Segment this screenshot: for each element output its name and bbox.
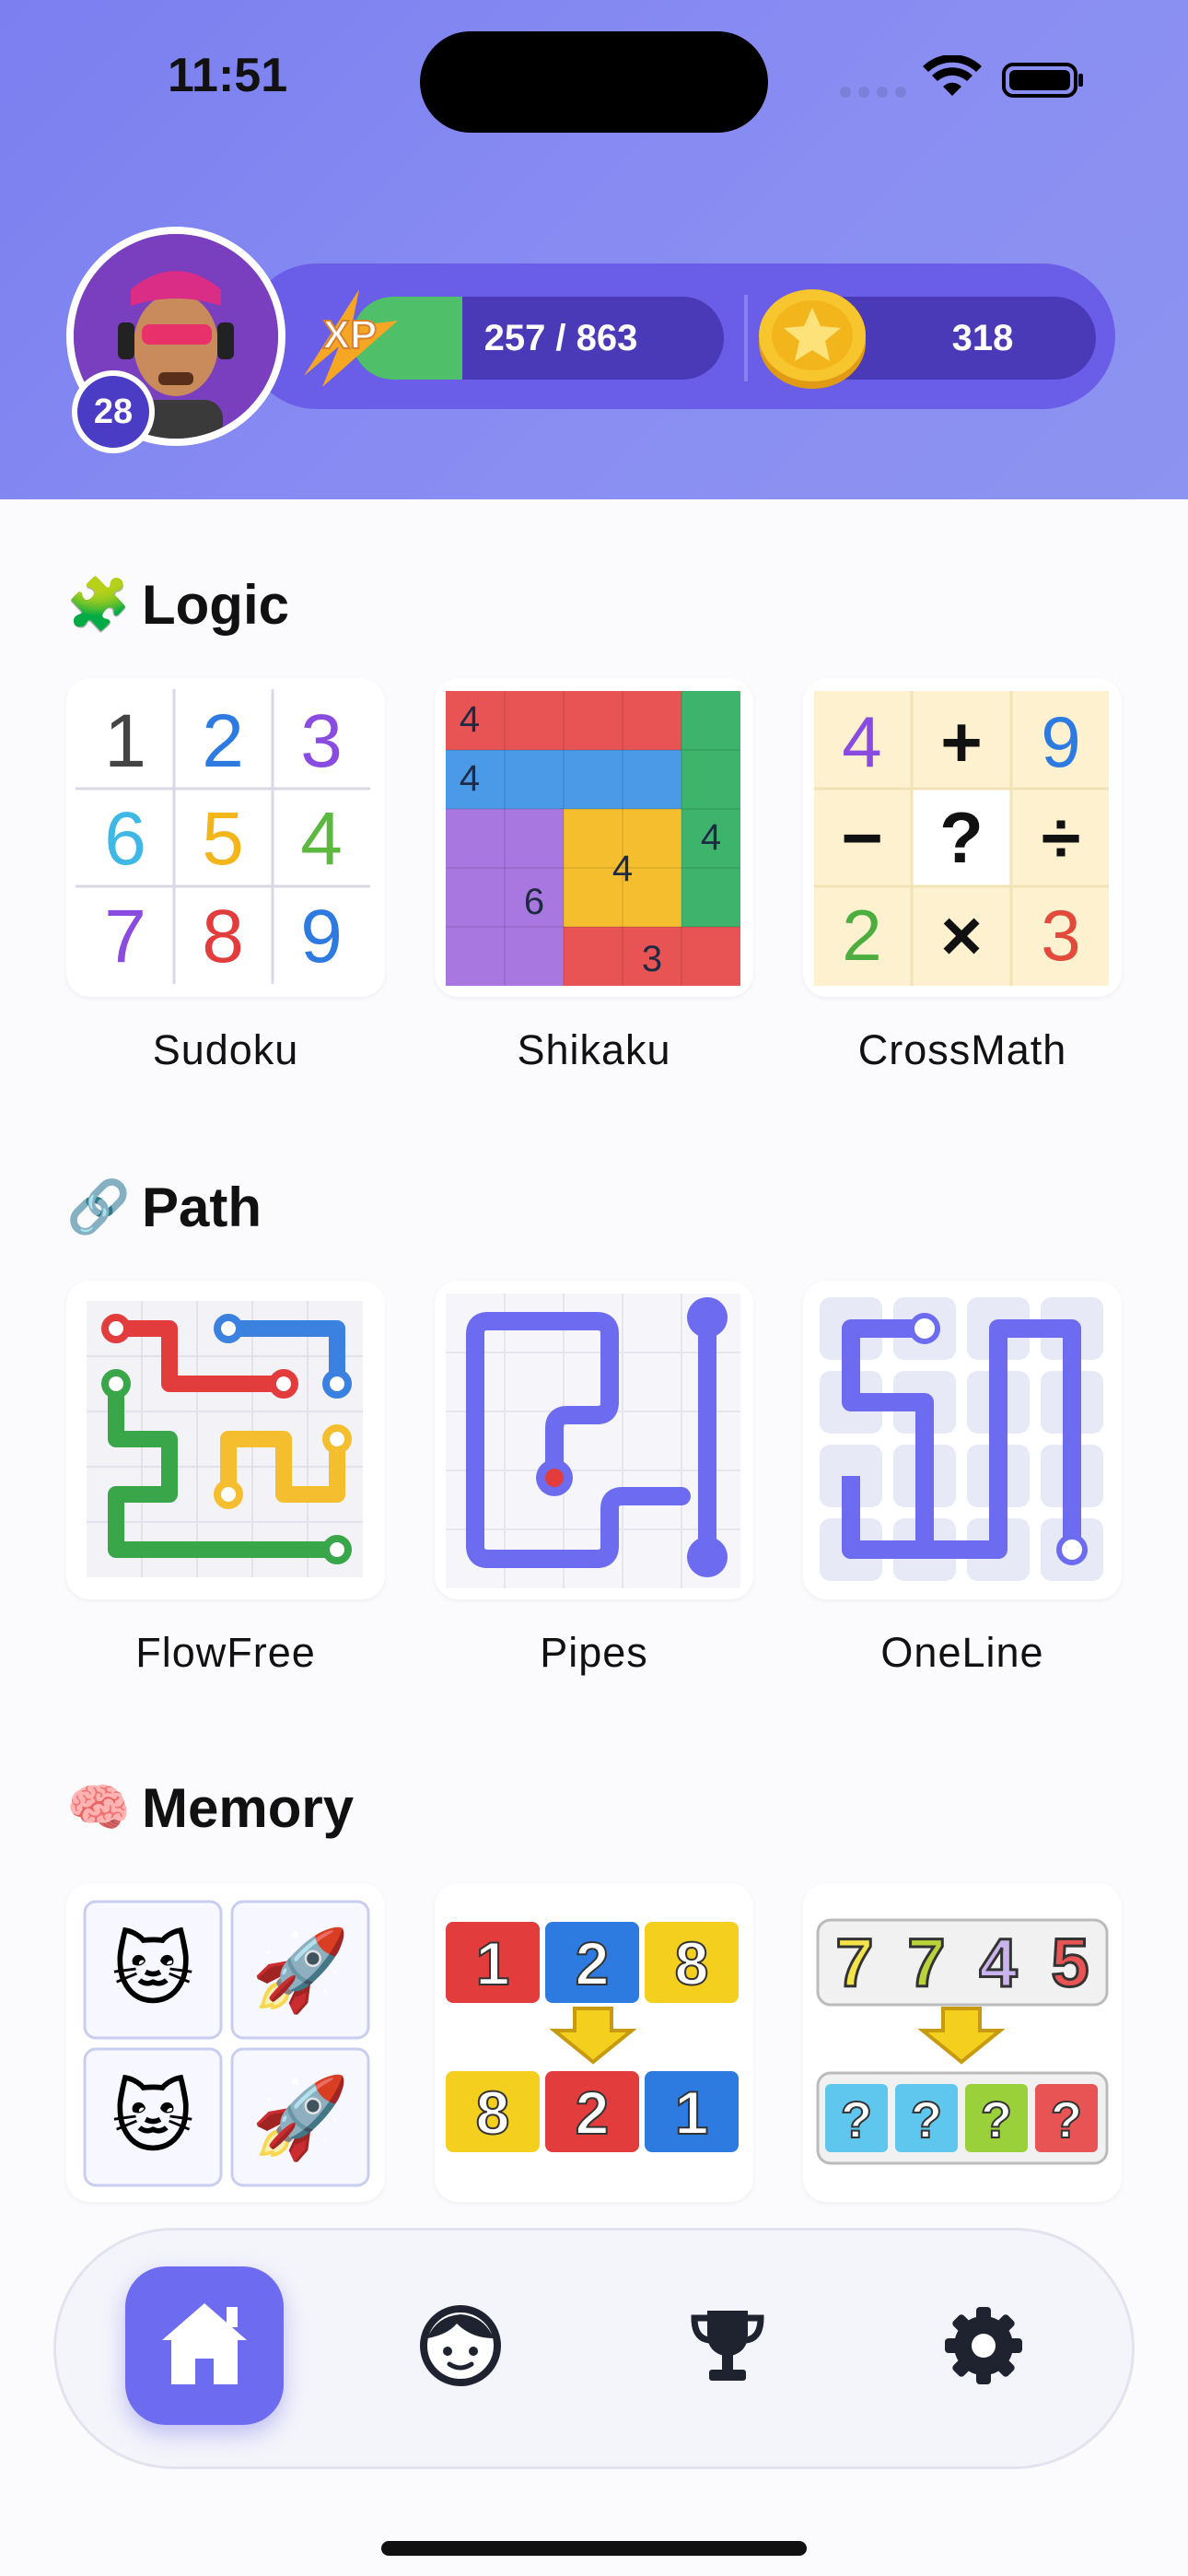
- nav-home-button[interactable]: [125, 2266, 284, 2425]
- battery-icon: [1002, 63, 1083, 98]
- digit-placeholder: ?: [911, 2090, 942, 2149]
- digit: 5: [1051, 1925, 1089, 2001]
- game-card-shikaku[interactable]: 4 4 4 4 6 3: [435, 678, 753, 997]
- sudoku-cell: 6: [104, 797, 146, 881]
- shikaku-clue: 4: [460, 699, 480, 740]
- sudoku-cell: 4: [300, 797, 343, 881]
- number-tile: 2: [576, 1929, 610, 1997]
- rocket-icon: 🚀: [250, 2072, 349, 2164]
- sudoku-cell: 7: [104, 895, 146, 978]
- sudoku-cell: 2: [202, 699, 244, 783]
- sudoku-cell: 8: [202, 895, 244, 978]
- digit-placeholder: ?: [841, 2090, 872, 2149]
- game-card-memory-numbers[interactable]: 1 2 8 8 2 1: [435, 1883, 753, 2202]
- game-card-pipes[interactable]: [435, 1281, 753, 1599]
- flowfree-thumbnail: [87, 1301, 363, 1577]
- shikaku-clue: 4: [701, 817, 721, 858]
- number-tile: 1: [675, 2078, 709, 2147]
- number-tile: 8: [476, 2078, 510, 2147]
- game-label-crossmath: CrossMath: [857, 1026, 1067, 1073]
- face-icon: [420, 2305, 501, 2386]
- crossmath-cell: ×: [940, 895, 983, 976]
- game-card-memory-digits[interactable]: 7 7 4 5 ? ? ? ?: [803, 1883, 1122, 2202]
- section-title-path: 🔗 Path: [66, 1170, 262, 1244]
- section-label: Path: [142, 1176, 262, 1238]
- shikaku-clue: 3: [642, 939, 662, 979]
- crossmath-cell: ?: [939, 797, 984, 878]
- crossmath-cell: +: [940, 701, 983, 782]
- game-label-sudoku: Sudoku: [152, 1026, 299, 1073]
- number-tile: 2: [576, 2078, 610, 2147]
- cat-icon: 🐱: [111, 1925, 194, 2017]
- section-title-logic: 🧩 Logic: [66, 568, 289, 641]
- brain-icon: 🧠: [66, 1778, 131, 1836]
- status-icons: [840, 55, 1083, 98]
- sudoku-cell: 3: [300, 699, 343, 783]
- memory-digits-thumbnail: 7 7 4 5 ? ? ? ?: [816, 1918, 1109, 2165]
- nav-leaderboard-button[interactable]: [683, 2301, 772, 2390]
- oneline-thumbnail: [820, 1297, 1103, 1581]
- section-title-memory: 🧠 Memory: [66, 1771, 354, 1844]
- game-label-flowfree: FlowFree: [135, 1629, 316, 1676]
- game-card-oneline[interactable]: [803, 1281, 1122, 1599]
- cat-icon: 🐱: [111, 2072, 194, 2164]
- trophy-icon: [691, 2311, 764, 2381]
- crossmath-cell: 4: [842, 701, 881, 782]
- rocket-icon: 🚀: [250, 1925, 349, 2017]
- xp-value: 257 / 863: [483, 318, 638, 358]
- number-tile: 1: [476, 1929, 510, 1997]
- shikaku-thumbnail: 4 4 4 4 6 3: [446, 691, 740, 986]
- crossmath-cell: 3: [1041, 895, 1080, 976]
- home-icon: [162, 2303, 247, 2384]
- puzzle-icon: 🧩: [66, 575, 131, 633]
- sudoku-cell: 1: [104, 699, 146, 783]
- coin-icon: [759, 289, 866, 389]
- crossmath-cell: ÷: [1042, 797, 1081, 878]
- crossmath-cell: 2: [842, 895, 881, 976]
- stats-divider: [744, 295, 748, 381]
- home-indicator: [381, 2541, 807, 2556]
- number-tile: 8: [675, 1929, 709, 1997]
- game-card-sudoku[interactable]: 1 2 3 6 5 4 7 8 9: [66, 678, 385, 997]
- game-label-oneline: OneLine: [880, 1629, 1044, 1676]
- sudoku-cell: 5: [202, 797, 244, 881]
- coin-value: 318: [951, 318, 1014, 358]
- shikaku-clue: 4: [460, 758, 480, 799]
- gear-icon: [945, 2307, 1022, 2384]
- digit: 7: [907, 1925, 945, 2001]
- game-card-flowfree[interactable]: [66, 1281, 385, 1599]
- crossmath-thumbnail: 4 + 9 − ? ÷ 2 × 3: [814, 691, 1109, 986]
- memory-pairs-thumbnail: 🐱 🚀 🐱 🚀: [83, 1900, 370, 2187]
- xp-icon: XP: [304, 289, 398, 387]
- status-time: 11:51: [168, 49, 288, 102]
- crossmath-cell: 9: [1041, 701, 1080, 782]
- link-icon: 🔗: [66, 1177, 131, 1235]
- section-label: Memory: [142, 1776, 355, 1839]
- dynamic-island: [420, 31, 768, 133]
- shikaku-clue: 4: [612, 849, 633, 889]
- shikaku-clue: 6: [524, 882, 544, 922]
- sudoku-cell: 9: [300, 895, 343, 978]
- level-badge: 28: [72, 370, 155, 453]
- crossmath-cell: −: [841, 797, 883, 878]
- xp-label: XP: [323, 312, 378, 357]
- digit-placeholder: ?: [1051, 2090, 1082, 2149]
- game-card-memory-pairs[interactable]: 🐱 🚀 🐱 🚀: [66, 1883, 385, 2202]
- game-label-shikaku: Shikaku: [517, 1026, 671, 1073]
- section-label: Logic: [142, 573, 289, 636]
- digit: 7: [835, 1925, 873, 2001]
- digit-placeholder: ?: [981, 2090, 1012, 2149]
- xp-progress-bar: 257 / 863: [352, 297, 724, 380]
- game-card-crossmath[interactable]: 4 + 9 − ? ÷ 2 × 3: [803, 678, 1122, 997]
- wifi-icon: [923, 55, 982, 96]
- nav-profile-button[interactable]: [416, 2301, 505, 2390]
- digit: 4: [979, 1925, 1017, 2001]
- pipes-thumbnail: [446, 1294, 740, 1588]
- signal-icon: [840, 87, 906, 98]
- nav-settings-button[interactable]: [939, 2301, 1028, 2390]
- memory-numbers-thumbnail: 1 2 8 8 2 1: [446, 1922, 739, 2152]
- game-label-pipes: Pipes: [540, 1629, 648, 1676]
- sudoku-thumbnail: 1 2 3 6 5 4 7 8 9: [76, 689, 370, 984]
